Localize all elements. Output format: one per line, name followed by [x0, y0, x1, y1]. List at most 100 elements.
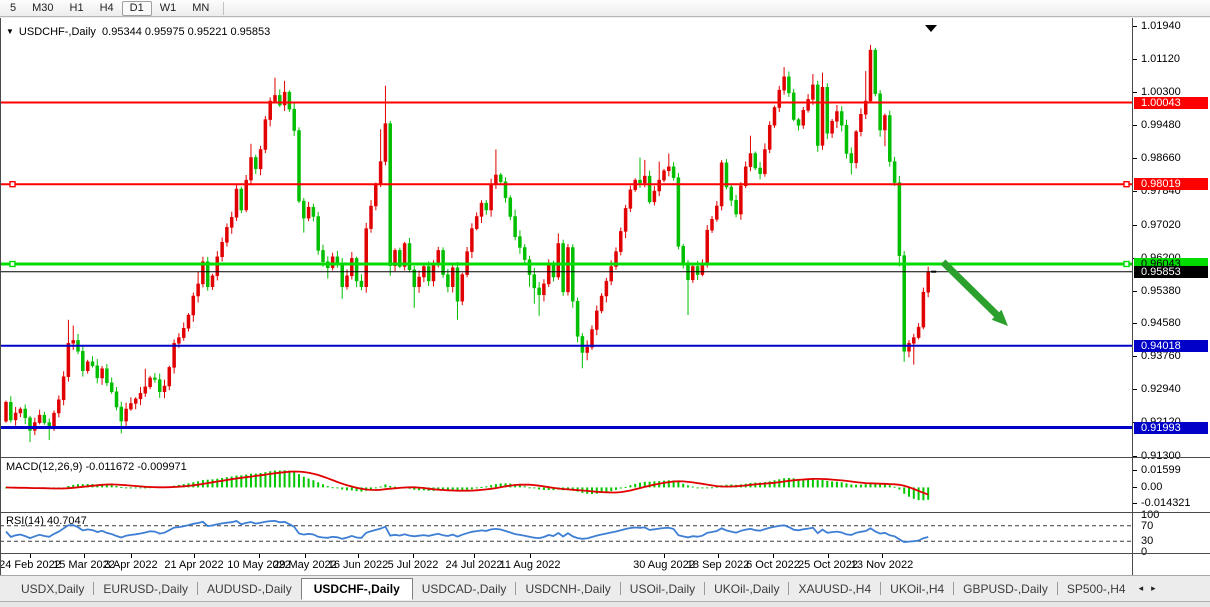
candle-body — [379, 162, 382, 185]
candle-body — [125, 409, 128, 421]
candle-body — [144, 387, 147, 393]
candle-body — [57, 400, 60, 413]
macd-bar — [485, 486, 487, 487]
candle-body — [446, 275, 449, 287]
macd-bar — [481, 487, 483, 488]
tab-usdx-daily[interactable]: USDX,Daily — [12, 579, 93, 599]
candle-body — [888, 116, 891, 162]
price-tick-label: 0.95380 — [1141, 285, 1181, 297]
pane-separator[interactable] — [0, 457, 1210, 458]
tab-eurusd-daily[interactable]: EURUSD-,Daily — [94, 579, 197, 599]
price-tick-label: 0.99480 — [1141, 119, 1181, 131]
chart-menu-icon[interactable]: ▼ — [6, 27, 14, 36]
candle-body — [711, 219, 714, 230]
macd-bar — [788, 478, 790, 488]
tab-ukoil-h4[interactable]: UKOil-,H4 — [881, 579, 953, 599]
symbol-tab-bar: USDX,DailyEURUSD-,DailyAUDUSD-,DailyUSDC… — [0, 575, 1210, 601]
candle-body — [778, 90, 781, 107]
line-handle[interactable] — [1124, 182, 1129, 187]
timeframe-button-h1[interactable]: H1 — [62, 1, 92, 16]
candle-body — [288, 92, 291, 109]
candle-body — [259, 150, 262, 169]
date-tick-mark — [718, 554, 719, 558]
candle-body — [101, 369, 104, 378]
timeframe-button-h4[interactable]: H4 — [92, 1, 122, 16]
tab-scroll-right-icon[interactable]: ▸ — [1147, 583, 1160, 594]
date-tick-mark — [259, 554, 260, 558]
price-badge-0.98019: 0.98019 — [1134, 178, 1208, 190]
price-tick-mark — [1133, 389, 1137, 390]
macd-bar — [894, 487, 896, 488]
chart-shift-marker-icon[interactable] — [925, 25, 937, 32]
tab-scroll-left-icon[interactable]: ◂ — [1135, 583, 1148, 594]
price-badge-0.91993: 0.91993 — [1134, 422, 1208, 434]
pane-separator[interactable] — [0, 512, 1210, 513]
tab-sp500-h4[interactable]: SP500-,H4 — [1058, 579, 1135, 599]
tab-usoil-daily[interactable]: USOil-,Daily — [621, 579, 704, 599]
price-tick-label: 0.92940 — [1141, 383, 1181, 395]
window-bottom-edge — [0, 601, 1210, 607]
macd-tick-mark — [1133, 470, 1137, 471]
candle-body — [687, 265, 690, 280]
timeframe-button-5[interactable]: 5 — [2, 1, 24, 16]
line-handle[interactable] — [1124, 262, 1129, 267]
macd-bar — [236, 476, 238, 488]
candle-body — [413, 270, 416, 287]
price-axis: 1.019401.011201.003000.994800.986600.978… — [1132, 18, 1210, 575]
down-trend-arrow[interactable] — [943, 262, 999, 317]
candle-body — [917, 327, 920, 338]
candle-body — [922, 292, 925, 327]
candle-body — [547, 264, 550, 284]
candle-body — [927, 272, 930, 293]
candle-body — [595, 311, 598, 330]
candle-body — [528, 260, 531, 275]
date-label: 30 Aug 2022 — [633, 559, 695, 571]
timeframe-button-m30[interactable]: M30 — [24, 1, 61, 16]
price-tick-mark — [1133, 191, 1137, 192]
price-tick-label: 0.91300 — [1141, 450, 1181, 462]
main-chart-pane: ▼USDCHF-,Daily 0.95344 0.95975 0.95221 0… — [0, 18, 1132, 457]
price-tick-mark — [1133, 158, 1137, 159]
candle-body — [835, 112, 838, 122]
timeframe-button-d1[interactable]: D1 — [122, 1, 152, 16]
candle-body — [274, 95, 277, 101]
date-tick-mark — [828, 554, 829, 558]
candle-body — [739, 186, 742, 214]
candle-body — [19, 409, 22, 413]
date-label: 6 Oct 2022 — [746, 559, 800, 571]
candle-body — [859, 114, 862, 131]
candle-body — [278, 95, 281, 105]
candle-body — [14, 413, 17, 420]
line-handle[interactable] — [10, 262, 15, 267]
candle-body — [360, 281, 363, 287]
tab-xauusd-h4[interactable]: XAUUSD-,H4 — [789, 579, 880, 599]
timeframe-button-mn[interactable]: MN — [184, 1, 217, 16]
candle-body — [744, 167, 747, 186]
tab-gbpusd-daily[interactable]: GBPUSD-,Daily — [954, 579, 1057, 599]
line-handle[interactable] — [10, 182, 15, 187]
macd-bar — [682, 484, 684, 488]
tab-ukoil-daily[interactable]: UKOil-,Daily — [705, 579, 788, 599]
price-tick-mark — [1133, 225, 1137, 226]
candle-body — [706, 230, 709, 264]
tab-audusd-daily[interactable]: AUDUSD-,Daily — [198, 579, 301, 599]
macd-bar — [529, 487, 531, 488]
candle-body — [182, 328, 185, 337]
date-label: 16 Jun 2022 — [328, 559, 389, 571]
current-price-badge: 0.95853 — [1134, 266, 1208, 278]
macd-axis-label: 0.01599 — [1141, 464, 1181, 476]
tab-usdchf-daily[interactable]: USDCHF-,Daily — [301, 578, 413, 600]
tab-usdcad-daily[interactable]: USDCAD-,Daily — [413, 579, 516, 599]
candle-body — [605, 281, 608, 296]
candle-body — [658, 180, 661, 191]
date-tick-mark — [30, 554, 31, 558]
timeframe-button-w1[interactable]: W1 — [152, 1, 185, 16]
candle-body — [783, 77, 786, 90]
candle-body — [307, 207, 310, 218]
candle-body — [173, 343, 176, 367]
timeframe-toolbar: 5M30H1H4D1W1MN — [0, 0, 1210, 17]
price-tick-label: 0.97020 — [1141, 219, 1181, 231]
date-label: 11 Aug 2022 — [500, 559, 561, 571]
candle-body — [192, 296, 195, 315]
tab-usdcnh-daily[interactable]: USDCNH-,Daily — [516, 579, 619, 599]
